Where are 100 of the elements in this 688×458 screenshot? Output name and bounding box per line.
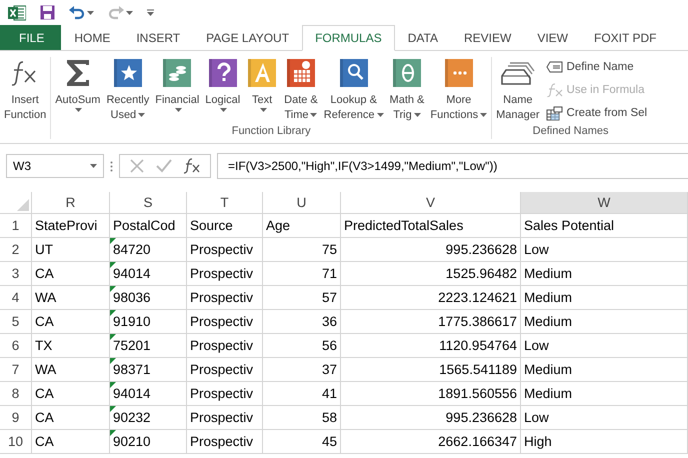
table-cell: WA [32, 358, 110, 382]
table-cell: CA [32, 310, 110, 334]
row-header[interactable]: 4 [0, 286, 32, 310]
column-header[interactable]: W [521, 192, 688, 214]
table-cell: Prospectiv [187, 382, 263, 406]
ribbon-tab[interactable]: PAGE LAYOUT [193, 25, 302, 50]
table-cell: 57 [263, 286, 341, 310]
table-cell: TX [32, 334, 110, 358]
table-cell: 45 [263, 430, 341, 454]
table-cell: High [521, 430, 688, 454]
column-header[interactable]: S [110, 192, 187, 214]
ribbon-tab[interactable]: DATA [394, 25, 451, 50]
spreadsheet-app-icon [8, 4, 26, 20]
table-cell: Medium [521, 310, 688, 334]
table-cell: WA [32, 286, 110, 310]
table-cell: 71 [263, 262, 341, 286]
table-cell: UT [32, 238, 110, 262]
insert-function-icon[interactable] [184, 158, 200, 174]
ribbon-button[interactable]: Recently Used [104, 57, 152, 125]
table-cell: Prospectiv [187, 406, 263, 430]
table-cell: Prospectiv [187, 430, 263, 454]
question-book-icon [206, 57, 239, 89]
name-box[interactable]: W3 [6, 154, 104, 178]
table-cell: Sales Potential [521, 214, 688, 238]
ribbon-tab[interactable]: FILE [0, 25, 62, 50]
ribbon-button[interactable]: Name Manager [494, 57, 542, 125]
star-book-icon [112, 57, 144, 89]
column-header[interactable]: U [263, 192, 341, 214]
function-icon [546, 83, 563, 97]
ribbon-button[interactable]: Financial [153, 57, 202, 125]
column-header[interactable]: V [341, 192, 521, 214]
table-cell: 36 [263, 310, 341, 334]
table-cell: 98036 [110, 286, 187, 310]
table-cell: 2662.166347 [341, 430, 521, 454]
table-cell: 41 [263, 382, 341, 406]
ribbon-tab[interactable]: FOXIT PDF [581, 25, 670, 50]
ribbon-tab[interactable]: INSERT [123, 25, 194, 50]
table-cell: 98371 [110, 358, 187, 382]
table-cell: Medium [521, 358, 688, 382]
table-cell: Medium [521, 382, 688, 406]
ribbon-button[interactable]: AutoSum [53, 57, 102, 125]
table-cell: Prospectiv [187, 310, 263, 334]
ribbon-tab[interactable]: HOME [61, 25, 124, 50]
table-cell: 1565.541189 [341, 358, 521, 382]
table-cell: 58 [263, 406, 341, 430]
table-cell: Medium [521, 286, 688, 310]
table-cell: CA [32, 430, 110, 454]
table-cell: 90232 [110, 406, 187, 430]
table-cell: 1120.954764 [341, 334, 521, 358]
formula-field[interactable]: =IF(V3>2500,"High",IF(V3>1499,"Medium","Low")) [217, 153, 688, 179]
ribbon-menu-item[interactable]: Define Name [546, 57, 648, 77]
table-cell: 91910 [110, 310, 187, 334]
dots-book-icon [442, 57, 475, 89]
row-header[interactable]: 10 [0, 430, 32, 454]
row-header[interactable]: 2 [0, 238, 32, 262]
cancel-icon[interactable] [130, 159, 144, 173]
caret-icon [90, 164, 97, 168]
ribbon-menu-item[interactable]: Create from Sel [546, 103, 648, 123]
table-cell: 1891.560556 [341, 382, 521, 406]
row-header[interactable]: 8 [0, 382, 32, 406]
table-cell: PostalCod [110, 214, 187, 238]
ribbon-tab[interactable]: FORMULAS [302, 25, 395, 51]
table-cell: Prospectiv [187, 358, 263, 382]
table-cell: Low [521, 406, 688, 430]
table-cell: 1525.96482 [341, 262, 521, 286]
check-icon[interactable] [156, 159, 172, 173]
row-header[interactable]: 6 [0, 334, 32, 358]
ribbon-button[interactable]: Logical [203, 57, 242, 125]
row-header[interactable]: 5 [0, 310, 32, 334]
ribbon-button[interactable]: Text [244, 57, 280, 125]
row-header[interactable]: 7 [0, 358, 32, 382]
ribbon-button[interactable]: More Functions [428, 57, 490, 125]
ribbon-button[interactable]: Math & Trig [388, 57, 426, 125]
save-icon[interactable] [40, 5, 55, 20]
caret-icon [87, 10, 94, 14]
column-header[interactable]: R [32, 192, 110, 214]
column-header[interactable]: T [187, 192, 263, 214]
ribbon-button[interactable]: Lookup & Reference [322, 57, 386, 125]
table-cell: CA [32, 406, 110, 430]
theta-book-icon [390, 57, 423, 89]
ribbon-tab[interactable]: VIEW [524, 25, 581, 50]
row-header[interactable]: 1 [0, 214, 32, 238]
table-cell: Prospectiv [187, 334, 263, 358]
undo-icon[interactable] [69, 6, 85, 20]
ribbon-tab[interactable]: REVIEW [450, 25, 524, 50]
table-cell: 995.236628 [341, 406, 521, 430]
table-cell: 94014 [110, 382, 187, 406]
ribbon-button[interactable]: Insert Function [2, 57, 48, 125]
table-cell: CA [32, 382, 110, 406]
calendar-book-icon [284, 57, 317, 89]
coins-book-icon [161, 57, 194, 89]
ribbon-button[interactable]: Date & Time [282, 57, 320, 125]
table-cell: CA [32, 262, 110, 286]
row-header[interactable]: 3 [0, 262, 32, 286]
customize-menu-icon[interactable] [147, 8, 154, 16]
magnifier-book-icon [338, 57, 370, 89]
row-header[interactable]: 9 [0, 406, 32, 430]
table-cell: 75201 [110, 334, 187, 358]
table-cell: Prospectiv [187, 238, 263, 262]
drag-handle-icon[interactable] [110, 160, 113, 172]
